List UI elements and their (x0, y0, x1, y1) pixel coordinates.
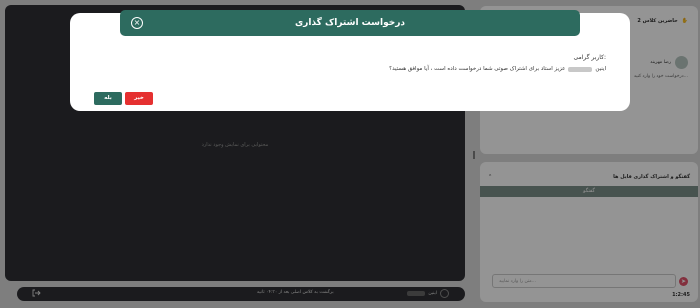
dialog-message: اینین عزیز استاد برای اشتراک صوتی شما در… (389, 66, 606, 72)
dialog-salutation: کاربر گرامی: (573, 54, 606, 61)
dialog-title: درخواست اشتراک گذاری (294, 18, 406, 28)
no-button[interactable]: خیر (125, 92, 153, 105)
yes-button[interactable]: بله (94, 92, 122, 105)
message-prefix: اینین (595, 66, 606, 72)
redacted-name (568, 66, 593, 72)
share-request-dialog: درخواست اشتراک گذاری × کاربر گرامی: اینی… (70, 10, 630, 111)
dialog-title-bar: درخواست اشتراک گذاری × (120, 10, 580, 36)
close-icon[interactable]: × (131, 17, 143, 29)
message-body: عزیز استاد برای اشتراک صوتی شما درخواست … (389, 66, 566, 72)
